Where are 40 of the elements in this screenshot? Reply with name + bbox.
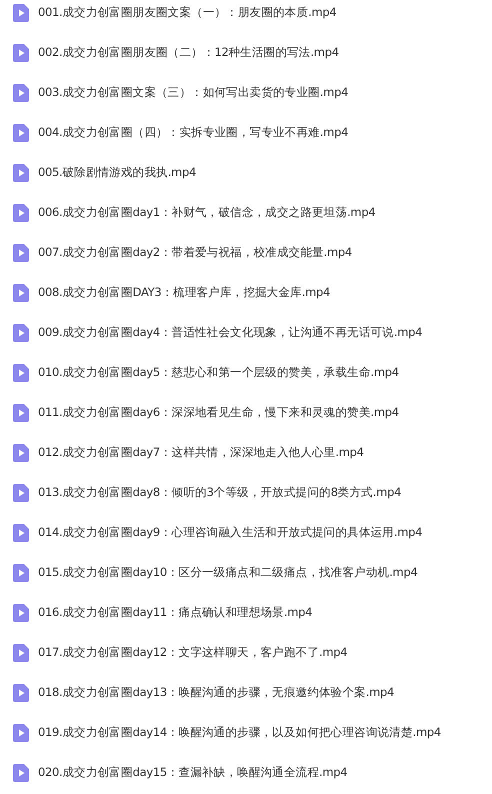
video-file-icon — [13, 524, 29, 542]
video-file-icon — [13, 404, 29, 422]
file-name[interactable]: 005.破除剧情游戏的我执.mp4 — [38, 164, 196, 182]
file-name[interactable]: 017.成交力创富圈day12：文字这样聊天，客户跑不了.mp4 — [38, 644, 348, 662]
file-name[interactable]: 006.成交力创富圈day1：补财气，破信念，成交之路更坦荡.mp4 — [38, 204, 376, 222]
file-name[interactable]: 008.成交力创富圈DAY3：梳理客户库，挖掘大金库.mp4 — [38, 284, 330, 302]
file-name[interactable]: 002.成交力创富圈朋友圈（二）：12种生活圈的写法.mp4 — [38, 44, 339, 62]
file-name[interactable]: 016.成交力创富圈day11：痛点确认和理想场景.mp4 — [38, 604, 312, 622]
video-file-icon — [13, 764, 29, 782]
file-name[interactable]: 010.成交力创富圈day5：慈悲心和第一个层级的赞美，承载生命.mp4 — [38, 364, 399, 382]
video-file-icon — [13, 204, 29, 222]
video-file-icon — [13, 124, 29, 142]
file-name[interactable]: 014.成交力创富圈day9：心理咨询融入生活和开放式提问的具体运用.mp4 — [38, 524, 422, 542]
video-file-icon — [13, 564, 29, 582]
video-file-icon — [13, 604, 29, 622]
file-name[interactable]: 015.成交力创富圈day10：区分一级痛点和二级痛点，找准客户动机.mp4 — [38, 564, 418, 582]
file-name[interactable]: 004.成交力创富圈（四）：实拆专业圈，写专业不再难.mp4 — [38, 124, 348, 142]
file-name[interactable]: 007.成交力创富圈day2：带着爱与祝福，校准成交能量.mp4 — [38, 244, 352, 262]
video-file-icon — [13, 684, 29, 702]
file-name[interactable]: 012.成交力创富圈day7：这样共情，深深地走入他人心里.mp4 — [38, 444, 364, 462]
file-name[interactable]: 013.成交力创富圈day8：倾听的3个等级，开放式提问的8类方式.mp4 — [38, 484, 402, 502]
video-file-icon — [13, 44, 29, 62]
file-name[interactable]: 009.成交力创富圈day4：普适性社会文化现象，让沟通不再无话可说.mp4 — [38, 324, 422, 342]
file-name[interactable]: 019.成交力创富圈day14：唤醒沟通的步骤，以及如何把心理咨询说清楚.mp4 — [38, 724, 441, 742]
video-file-icon — [13, 284, 29, 302]
video-file-icon — [13, 84, 29, 102]
file-name[interactable]: 003.成交力创富圈文案（三）：如何写出卖货的专业圈.mp4 — [38, 84, 348, 102]
file-name[interactable]: 020.成交力创富圈day15：查漏补缺，唤醒沟通全流程.mp4 — [38, 764, 348, 782]
video-file-icon — [13, 164, 29, 182]
video-file-icon — [13, 724, 29, 742]
video-file-icon — [13, 644, 29, 662]
file-name[interactable]: 018.成交力创富圈day13：唤醒沟通的步骤，无痕邀约体验个案.mp4 — [38, 684, 394, 702]
video-file-icon — [13, 484, 29, 502]
video-file-icon — [13, 244, 29, 262]
video-file-icon — [13, 364, 29, 382]
file-name[interactable]: 001.成交力创富圈朋友圈文案（一）：朋友圈的本质.mp4 — [38, 4, 336, 22]
file-name[interactable]: 011.成交力创富圈day6：深深地看见生命，慢下来和灵魂的赞美.mp4 — [38, 404, 399, 422]
video-file-icon — [13, 444, 29, 462]
video-file-icon — [13, 4, 29, 22]
video-file-icon — [13, 324, 29, 342]
